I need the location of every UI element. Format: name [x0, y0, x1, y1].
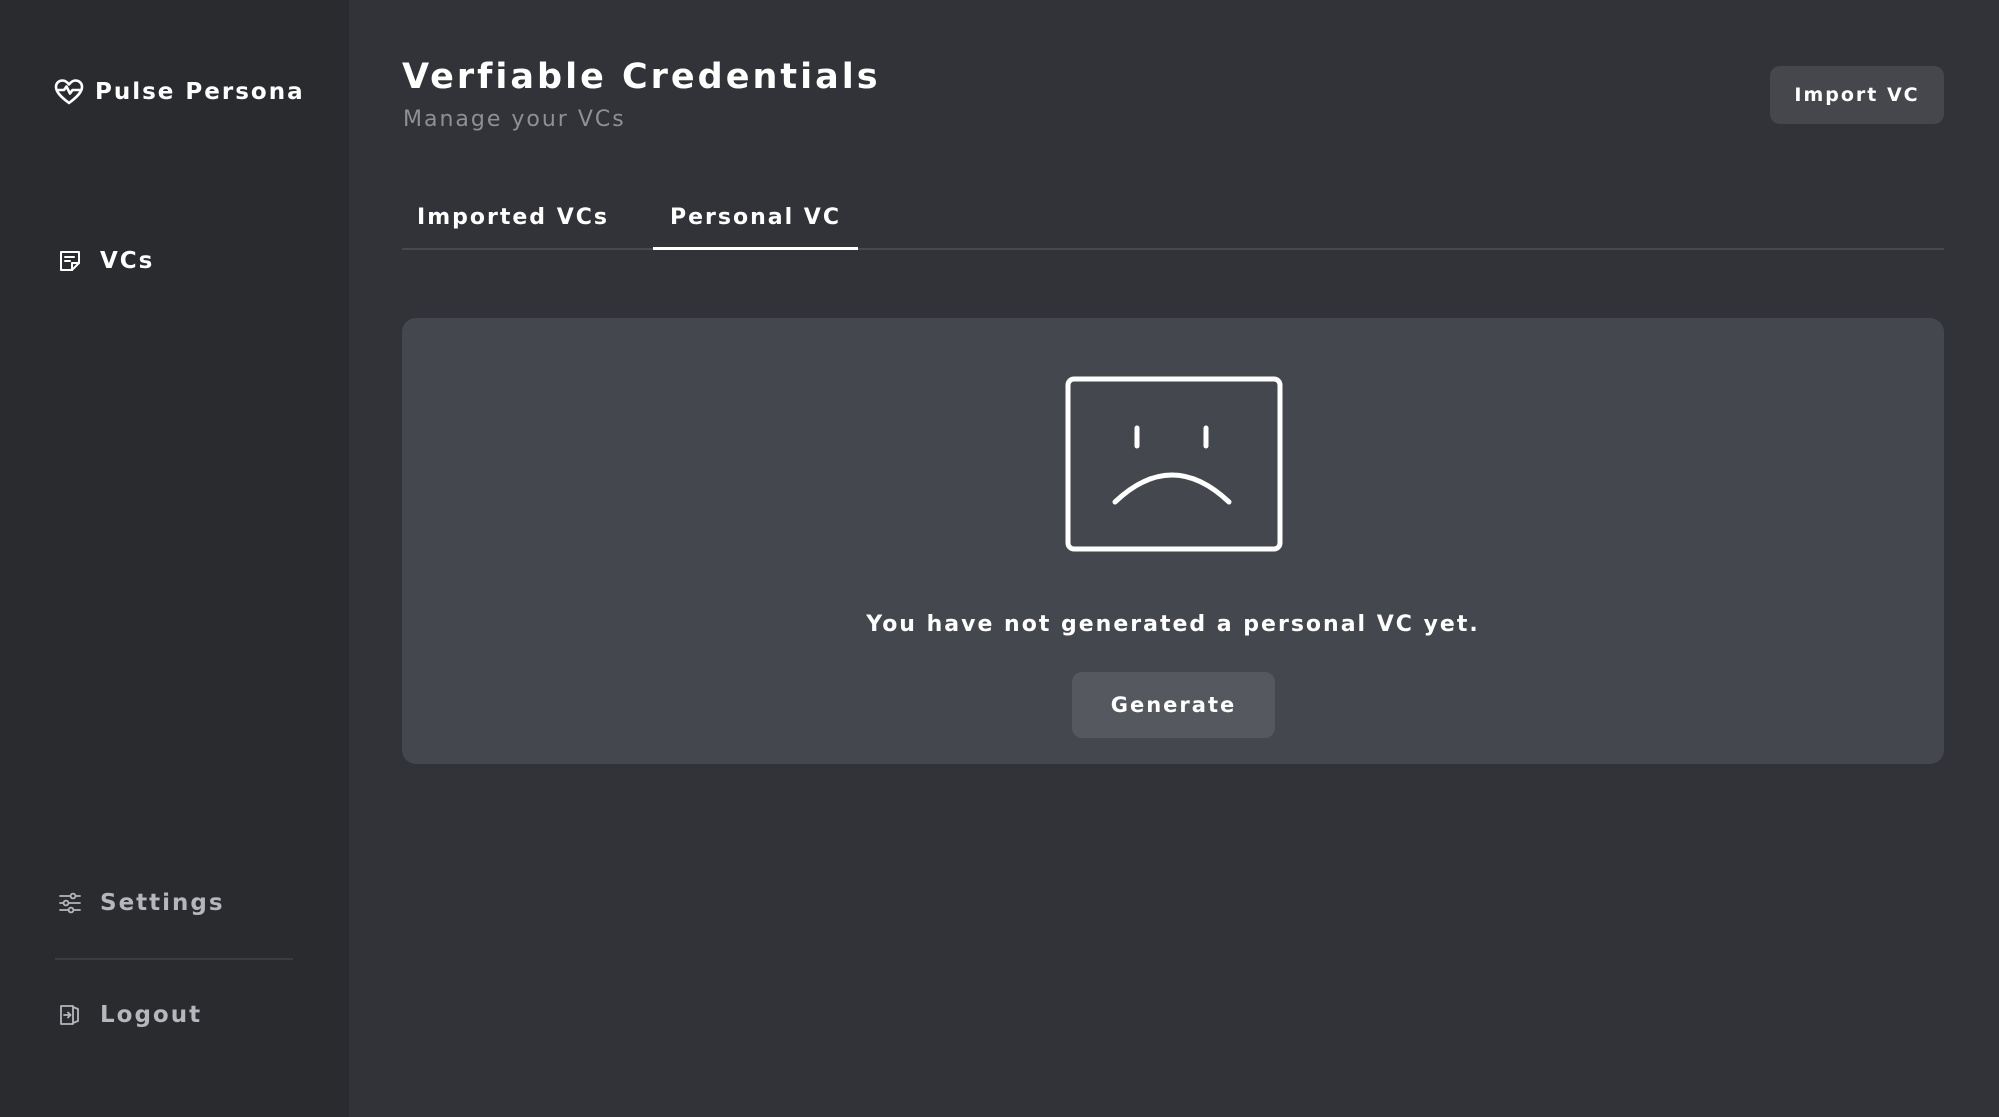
- brand-name: Pulse Persona: [95, 79, 305, 105]
- page-subtitle: Manage your VCs: [403, 107, 626, 132]
- tab-personal-vc[interactable]: Personal VC: [653, 188, 858, 250]
- sidebar-divider: [55, 958, 293, 960]
- tab-imported-vcs[interactable]: Imported VCs: [402, 188, 624, 246]
- sidebar: Pulse Persona VCs Settings Logout: [0, 0, 349, 1117]
- sliders-icon: [58, 891, 82, 915]
- empty-state-message: You have not generated a personal VC yet…: [866, 612, 1480, 637]
- sidebar-item-label: Logout: [100, 1002, 203, 1028]
- empty-state-panel: You have not generated a personal VC yet…: [402, 318, 1944, 764]
- logout-icon: [58, 1003, 82, 1027]
- sidebar-item-label: Settings: [100, 890, 225, 916]
- app-root: Pulse Persona VCs Settings Logout Verfia…: [0, 0, 1999, 1117]
- generate-button[interactable]: Generate: [1072, 672, 1275, 738]
- sidebar-item-settings[interactable]: Settings: [58, 888, 225, 918]
- sidebar-item-label: VCs: [100, 248, 155, 274]
- brand[interactable]: Pulse Persona: [53, 78, 305, 106]
- document-icon: [58, 249, 82, 273]
- heart-pulse-icon: [53, 78, 85, 106]
- sidebar-item-logout[interactable]: Logout: [58, 1000, 202, 1030]
- sidebar-item-vcs[interactable]: VCs: [58, 246, 154, 276]
- tab-bar: Imported VCs Personal VC: [402, 188, 1944, 250]
- import-vc-button[interactable]: Import VC: [1770, 66, 1944, 124]
- sad-face-icon: [1065, 376, 1283, 552]
- page-title: Verfiable Credentials: [402, 57, 881, 97]
